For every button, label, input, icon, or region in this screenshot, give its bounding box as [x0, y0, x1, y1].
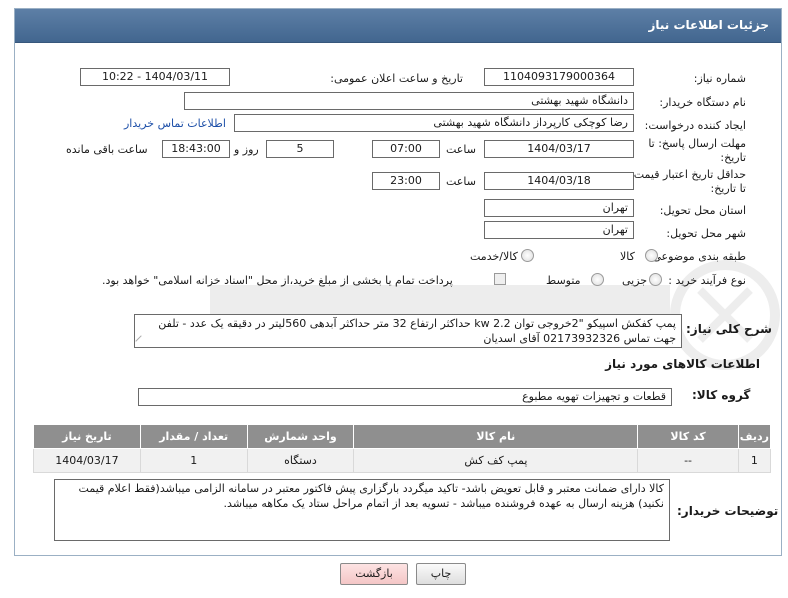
validity-label-2: تا تاریخ:: [710, 182, 746, 195]
province-field: تهران: [484, 199, 634, 217]
column-header-code: کد کالا: [637, 424, 739, 449]
category-option-goods-service: کالا/خدمت: [470, 250, 518, 263]
description-label: شرح کلی نیاز:: [686, 322, 772, 336]
goods-table: ردیف کد کالا نام کالا واحد شمارش تعداد /…: [33, 424, 772, 473]
buyer-org-field: دانشگاه شهید بهشتی: [184, 92, 634, 110]
print-button[interactable]: چاپ: [416, 563, 466, 585]
column-header-date: تاریخ نیاز: [33, 424, 141, 449]
reply-deadline-label-2: تاریخ:: [720, 151, 746, 164]
column-header-qty: تعداد / مقدار: [139, 424, 248, 449]
goods-table-header: ردیف کد کالا نام کالا واحد شمارش تعداد /…: [33, 424, 772, 449]
column-header-row: ردیف: [737, 424, 772, 449]
goods-group-label: گروه کالا:: [692, 388, 751, 402]
buyer-notes-textarea[interactable]: کالا دارای ضمانت معتبر و قابل تعویض باشد…: [54, 479, 670, 541]
treasury-payment-checkbox[interactable]: [494, 273, 506, 285]
cell-unit: دستگاه: [246, 448, 355, 473]
payment-note: پرداخت تمام یا بخشی از مبلغ خرید،از محل …: [102, 274, 453, 287]
requester-field: رضا کوچکی کارپرداز دانشگاه شهید بهشتی: [234, 114, 634, 132]
buyer-contact-link[interactable]: اطلاعات تماس خریدار: [124, 117, 226, 130]
announce-datetime-label: تاریخ و ساعت اعلان عمومی:: [330, 72, 463, 85]
goods-section-title: اطلاعات کالاهای مورد نیاز: [605, 357, 760, 371]
category-label: طبقه بندی موضوعی:: [648, 250, 746, 263]
table-row: 1 -- پمپ کف کش دستگاه 1 1404/03/17: [33, 448, 772, 473]
process-radio-minor[interactable]: [649, 273, 662, 286]
description-textarea[interactable]: پمپ کفکش اسپیکو "2خروجی توان kw 2.2 حداک…: [134, 314, 682, 348]
process-option-minor: جزیی: [622, 274, 648, 287]
cell-code: --: [637, 448, 739, 473]
reply-time-label: ساعت: [446, 143, 476, 156]
process-radio-medium[interactable]: [591, 273, 604, 286]
panel-title: جزئیات اطلاعات نیاز: [648, 18, 769, 32]
validity-time-field: 23:00: [372, 172, 440, 190]
panel-header: جزئیات اطلاعات نیاز: [15, 9, 781, 43]
validity-date-field: 1404/03/18: [484, 172, 634, 190]
cell-date: 1404/03/17: [33, 448, 141, 473]
resize-grip-icon[interactable]: [135, 335, 147, 347]
buyer-notes-label: توضیحات خریدار:: [677, 504, 779, 518]
days-label: روز و: [234, 143, 259, 156]
goods-group-field: قطعات و تجهیزات تهویه مطبوع: [138, 388, 672, 406]
remaining-time-field: 18:43:00: [162, 140, 230, 158]
city-field: تهران: [484, 221, 634, 239]
column-header-unit: واحد شمارش: [246, 424, 355, 449]
need-number-field: 1104093179000364: [484, 68, 634, 86]
city-label: شهر محل تحویل:: [666, 227, 746, 240]
back-button[interactable]: بازگشت: [340, 563, 408, 585]
cell-row: 1: [737, 448, 772, 473]
column-header-name: نام کالا: [353, 424, 639, 449]
process-option-medium: متوسط: [546, 274, 581, 287]
reply-deadline-label: مهلت ارسال پاسخ: تا: [648, 137, 746, 150]
validity-time-label: ساعت: [446, 175, 476, 188]
announce-datetime-field: 1404/03/11 - 10:22: [80, 68, 230, 86]
buyer-org-label: نام دستگاه خریدار:: [659, 96, 746, 109]
process-label: نوع فرآیند خرید :: [668, 274, 746, 287]
reply-date-field: 1404/03/17: [484, 140, 634, 158]
requester-label: ایجاد کننده درخواست:: [644, 119, 746, 132]
days-count-field: 5: [266, 140, 334, 158]
reply-time-field: 07:00: [372, 140, 440, 158]
province-label: استان محل تحویل:: [659, 204, 746, 217]
validity-label: حداقل تاریخ اعتبار قیمت:: [630, 168, 746, 181]
need-number-label: شماره نیاز:: [693, 72, 746, 85]
category-option-goods: کالا: [620, 250, 635, 263]
cell-name: پمپ کف کش: [353, 448, 639, 473]
category-radio-goods[interactable]: [645, 249, 658, 262]
remaining-label: ساعت باقی مانده: [66, 143, 148, 156]
cell-qty: 1: [139, 448, 248, 473]
category-radio-goods-service[interactable]: [521, 249, 534, 262]
buyer-notes-text: کالا دارای ضمانت معتبر و قابل تعویض باشد…: [78, 482, 664, 510]
description-text: پمپ کفکش اسپیکو "2خروجی توان kw 2.2 حداک…: [158, 317, 676, 345]
